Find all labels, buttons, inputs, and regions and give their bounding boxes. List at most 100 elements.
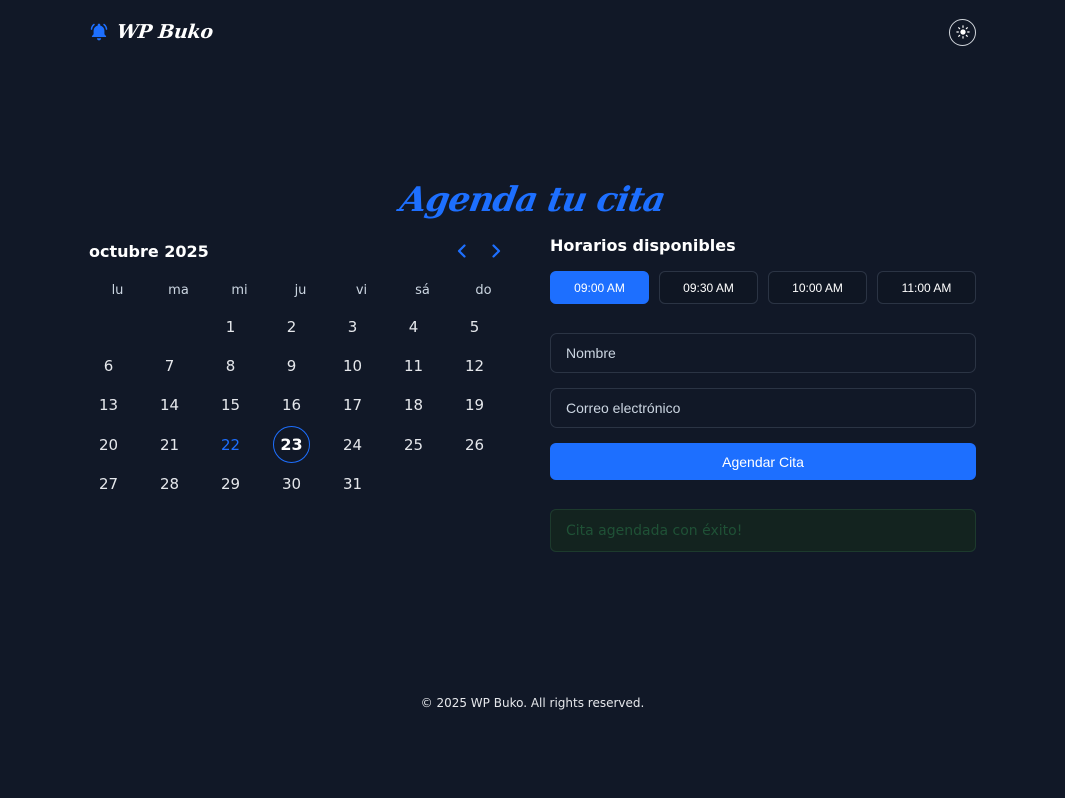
brand-name: WP Buko [115, 21, 215, 43]
day-10[interactable]: 10 [322, 346, 383, 385]
empty-day-cell [444, 465, 505, 504]
day-24[interactable]: 24 [322, 425, 383, 464]
time-slot-button[interactable]: 09:00 AM [550, 271, 649, 304]
day-15[interactable]: 15 [200, 386, 261, 425]
weekday-label: ju [294, 283, 307, 298]
schedule-appointment-button[interactable]: Agendar Cita [550, 443, 976, 480]
day-28[interactable]: 28 [139, 465, 200, 504]
day-number: 25 [403, 435, 424, 454]
success-message: Cita agendada con éxito! [550, 509, 976, 552]
day-number: 29 [220, 475, 241, 494]
time-slot-button[interactable]: 10:00 AM [768, 271, 867, 304]
day-number: 23 [273, 426, 310, 464]
day-number: 14 [159, 396, 180, 415]
day-5[interactable]: 5 [444, 307, 505, 346]
day-30[interactable]: 30 [261, 465, 322, 504]
empty-day-cell [78, 307, 139, 346]
empty-day-cell [139, 307, 200, 346]
day-number: 2 [286, 317, 297, 336]
day-number: 19 [464, 396, 485, 415]
day-9[interactable]: 9 [261, 346, 322, 385]
calendar-grid: lu ma mi ju vi sá do 1 2 3 4 5 6 7 8 9 10 11 12 13 14 15 16 17… [89, 280, 514, 504]
day-number: 27 [98, 475, 119, 494]
day-number: 30 [281, 475, 302, 494]
day-14[interactable]: 14 [139, 386, 200, 425]
brand[interactable]: WP Buko [89, 21, 215, 43]
day-21[interactable]: 21 [139, 425, 200, 464]
prev-month-button[interactable] [452, 241, 472, 261]
day-26[interactable]: 26 [444, 425, 505, 464]
day-11[interactable]: 11 [383, 346, 444, 385]
calendar-month-label: octubre 2025 [89, 241, 209, 261]
day-number: 26 [464, 435, 485, 454]
calendar-nav [452, 241, 506, 261]
day-31[interactable]: 31 [322, 465, 383, 504]
day-29[interactable]: 29 [200, 465, 261, 504]
day-13[interactable]: 13 [78, 386, 139, 425]
weekday-label: lu [111, 283, 124, 298]
day-1[interactable]: 1 [200, 307, 261, 346]
day-number: 21 [159, 435, 180, 454]
days-grid: 1 2 3 4 5 6 7 8 9 10 11 12 13 14 15 16 17 18 19 20 21 22 23 24 2… [78, 307, 514, 504]
day-27[interactable]: 27 [78, 465, 139, 504]
day-number: 15 [220, 396, 241, 415]
name-input[interactable] [550, 333, 976, 373]
day-6[interactable]: 6 [78, 346, 139, 385]
day-number: 5 [469, 317, 480, 336]
email-input[interactable] [550, 388, 976, 428]
day-number: 3 [347, 317, 358, 336]
day-19[interactable]: 19 [444, 386, 505, 425]
calendar: octubre 2025 lu ma mi ju vi sá do 1 2 3 4 5 6 7 8 9 10 1… [89, 238, 514, 504]
day-number: 9 [286, 357, 297, 376]
day-12[interactable]: 12 [444, 346, 505, 385]
day-number: 22 [220, 435, 241, 454]
day-number: 10 [342, 357, 363, 376]
bell-icon [90, 23, 108, 41]
sun-icon [955, 25, 970, 39]
weekday-label: vi [355, 283, 368, 298]
time-slots: 09:00 AM 09:30 AM 10:00 AM 11:00 AM [550, 271, 976, 304]
day-number: 31 [342, 475, 363, 494]
day-3[interactable]: 3 [322, 307, 383, 346]
day-number: 12 [464, 357, 485, 376]
day-number: 16 [281, 396, 302, 415]
day-7[interactable]: 7 [139, 346, 200, 385]
time-slot-button[interactable]: 11:00 AM [877, 271, 976, 304]
weekday-label: sá [415, 283, 430, 298]
day-number: 7 [164, 357, 175, 376]
chevron-left-icon [457, 244, 466, 258]
day-number: 11 [403, 357, 424, 376]
day-number: 1 [225, 317, 236, 336]
day-number: 24 [342, 435, 363, 454]
day-number: 8 [225, 357, 236, 376]
weekday-label: mi [231, 283, 248, 298]
theme-toggle-button[interactable] [949, 18, 976, 46]
next-month-button[interactable] [486, 241, 506, 261]
day-17[interactable]: 17 [322, 386, 383, 425]
day-20[interactable]: 20 [78, 425, 139, 464]
day-number: 28 [159, 475, 180, 494]
time-slot-button[interactable]: 09:30 AM [659, 271, 758, 304]
chevron-right-icon [492, 244, 501, 258]
header: WP Buko [89, 18, 976, 46]
calendar-header: octubre 2025 [89, 238, 514, 264]
day-25[interactable]: 25 [383, 425, 444, 464]
footer-copyright: © 2025 WP Buko. All rights reserved. [420, 696, 645, 710]
day-number: 6 [103, 357, 114, 376]
page-title: Agenda tu cita [397, 180, 668, 220]
available-times-title: Horarios disponibles [550, 236, 736, 255]
day-number: 20 [98, 435, 119, 454]
day-2[interactable]: 2 [261, 307, 322, 346]
day-22[interactable]: 22 [200, 425, 261, 464]
day-18[interactable]: 18 [383, 386, 444, 425]
booking-panel: Horarios disponibles 09:00 AM 09:30 AM 10:… [550, 236, 976, 552]
day-4[interactable]: 4 [383, 307, 444, 346]
empty-day-cell [383, 465, 444, 504]
day-23[interactable]: 23 [261, 425, 322, 464]
weekday-row: lu ma mi ju vi sá do [87, 280, 514, 302]
day-number: 17 [342, 396, 363, 415]
day-number: 4 [408, 317, 419, 336]
weekday-label: do [475, 283, 492, 298]
day-16[interactable]: 16 [261, 386, 322, 425]
day-8[interactable]: 8 [200, 346, 261, 385]
